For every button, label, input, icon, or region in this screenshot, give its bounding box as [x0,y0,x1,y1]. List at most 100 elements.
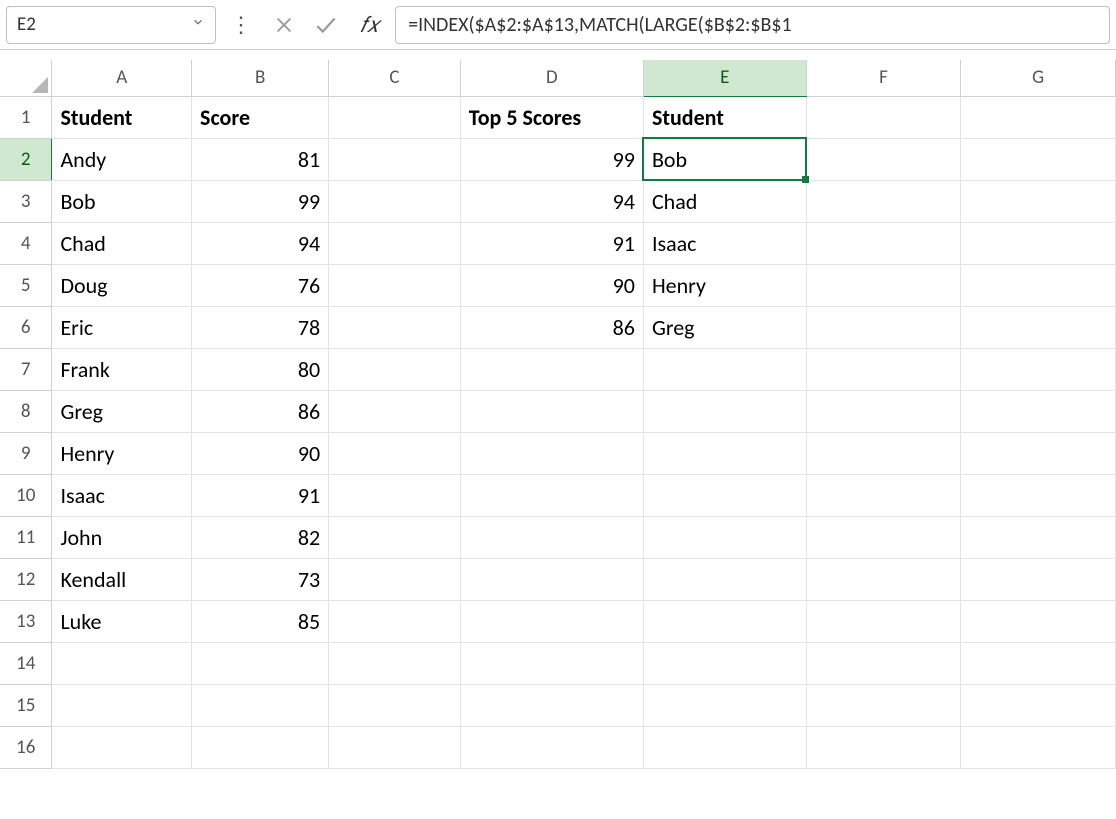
cell-D14[interactable] [460,642,643,684]
row-header-5[interactable]: 5 [0,264,52,306]
cell-F15[interactable] [806,684,961,726]
cell-E9[interactable] [643,432,806,474]
row-header-3[interactable]: 3 [0,180,52,222]
cell-E5[interactable]: Henry [643,264,806,306]
cell-A1[interactable]: Student [52,96,192,138]
formula-input[interactable]: =INDEX($A$2:$A$13,MATCH(LARGE($B$2:$B$1 [395,6,1110,44]
row-header-12[interactable]: 12 [0,558,52,600]
cell-G12[interactable] [961,558,1116,600]
fx-icon[interactable]: 𝑓𝑥 [350,12,389,38]
row-header-7[interactable]: 7 [0,348,52,390]
cell-C16[interactable] [329,726,461,768]
cell-B11[interactable]: 82 [192,516,329,558]
cell-E14[interactable] [643,642,806,684]
cell-C7[interactable] [329,348,461,390]
row-header-2[interactable]: 2 [0,138,52,180]
cell-A2[interactable]: Andy [52,138,192,180]
cell-E16[interactable] [643,726,806,768]
cell-G6[interactable] [961,306,1116,348]
cell-B3[interactable]: 99 [192,180,329,222]
cell-C14[interactable] [329,642,461,684]
cell-F4[interactable] [806,222,961,264]
cell-C5[interactable] [329,264,461,306]
cell-C4[interactable] [329,222,461,264]
row-header-14[interactable]: 14 [0,642,52,684]
cell-F5[interactable] [806,264,961,306]
cell-B13[interactable]: 85 [192,600,329,642]
cell-D13[interactable] [460,600,643,642]
row-header-16[interactable]: 16 [0,726,52,768]
cell-C12[interactable] [329,558,461,600]
col-header-E[interactable]: E [643,60,806,96]
cell-C6[interactable] [329,306,461,348]
cell-E10[interactable] [643,474,806,516]
cell-F1[interactable] [806,96,961,138]
cancel-icon[interactable] [266,7,302,43]
cell-F8[interactable] [806,390,961,432]
cell-E12[interactable] [643,558,806,600]
cell-D6[interactable]: 86 [460,306,643,348]
col-header-G[interactable]: G [961,60,1116,96]
cell-A4[interactable]: Chad [52,222,192,264]
row-header-4[interactable]: 4 [0,222,52,264]
cell-G11[interactable] [961,516,1116,558]
cell-B14[interactable] [192,642,329,684]
cell-E6[interactable]: Greg [643,306,806,348]
col-header-B[interactable]: B [192,60,329,96]
cell-B6[interactable]: 78 [192,306,329,348]
cell-D8[interactable] [460,390,643,432]
cell-A5[interactable]: Doug [52,264,192,306]
cell-C11[interactable] [329,516,461,558]
cell-G14[interactable] [961,642,1116,684]
cell-F3[interactable] [806,180,961,222]
select-all-corner[interactable] [0,60,52,96]
cell-C2[interactable] [329,138,461,180]
enter-check-icon[interactable] [308,7,344,43]
chevron-down-icon[interactable] [191,15,205,34]
row-header-6[interactable]: 6 [0,306,52,348]
col-header-C[interactable]: C [329,60,461,96]
cell-A3[interactable]: Bob [52,180,192,222]
cell-F13[interactable] [806,600,961,642]
menu-dots-icon[interactable]: ⋮ [222,14,260,36]
row-header-15[interactable]: 15 [0,684,52,726]
cell-A10[interactable]: Isaac [52,474,192,516]
cell-A12[interactable]: Kendall [52,558,192,600]
cell-G13[interactable] [961,600,1116,642]
cell-B2[interactable]: 81 [192,138,329,180]
cell-F7[interactable] [806,348,961,390]
cell-D7[interactable] [460,348,643,390]
cell-G5[interactable] [961,264,1116,306]
cell-F6[interactable] [806,306,961,348]
cell-G7[interactable] [961,348,1116,390]
col-header-A[interactable]: A [52,60,192,96]
cell-A8[interactable]: Greg [52,390,192,432]
cell-D15[interactable] [460,684,643,726]
cell-C8[interactable] [329,390,461,432]
cell-F14[interactable] [806,642,961,684]
cell-G1[interactable] [961,96,1116,138]
cell-C10[interactable] [329,474,461,516]
cell-A7[interactable]: Frank [52,348,192,390]
cell-A9[interactable]: Henry [52,432,192,474]
cell-E3[interactable]: Chad [643,180,806,222]
cell-B7[interactable]: 80 [192,348,329,390]
cell-C9[interactable] [329,432,461,474]
cell-G16[interactable] [961,726,1116,768]
cell-D5[interactable]: 90 [460,264,643,306]
cell-C13[interactable] [329,600,461,642]
cell-B12[interactable]: 73 [192,558,329,600]
cell-C3[interactable] [329,180,461,222]
row-header-8[interactable]: 8 [0,390,52,432]
cell-F2[interactable] [806,138,961,180]
cell-D12[interactable] [460,558,643,600]
cell-F11[interactable] [806,516,961,558]
cell-D10[interactable] [460,474,643,516]
cell-B16[interactable] [192,726,329,768]
cell-E7[interactable] [643,348,806,390]
cell-G8[interactable] [961,390,1116,432]
cell-G9[interactable] [961,432,1116,474]
cell-A14[interactable] [52,642,192,684]
cell-A13[interactable]: Luke [52,600,192,642]
cell-B1[interactable]: Score [192,96,329,138]
